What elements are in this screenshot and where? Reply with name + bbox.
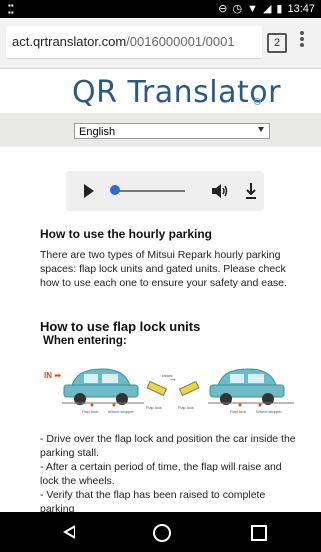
in-arrow-icon: IN ➡ [44,371,61,380]
url-bar[interactable]: act.qrtranslator.com/0016000001/0001 [6,26,262,58]
step-1: - Drive over the flap lock and position … [40,433,296,459]
recent-apps-icon[interactable] [251,525,267,541]
hourly-parking-text: There are two types of Mitsui Repark hou… [40,249,287,289]
seek-track[interactable] [113,190,185,192]
flap-lock-diagram: IN ➡ → raises Flap lock Wheel stopper Fl… [44,355,300,415]
browser-toolbar: act.qrtranslator.com/0016000001/0001 2 [0,18,321,69]
diagram-illustration: → raises Flap lock Wheel stopper Flap lo… [62,368,294,414]
phone-screen: ▪▪ ▪▪ ⊖ ◷ ▼ ◢ ▮ 13:47 act.qrtranslator.co… [0,0,321,552]
play-icon[interactable] [84,184,94,198]
navigation-bar [0,512,321,552]
language-selected: English [79,126,116,138]
clock: 13:47 [287,2,315,15]
url-path: /0016000001/0001 [126,34,235,49]
diagram-flap-lock-label-4: Flap lock [230,409,246,414]
volume-icon[interactable] [211,183,229,199]
diagram-flap-lock-label-3: Flap lock [178,405,194,410]
language-select[interactable]: English [74,123,270,139]
notification-icon: ▪▪ ▪▪ [8,1,14,17]
url-domain: act.qrtranslator.com [12,34,127,49]
minus-circle-icon: ⊖ [218,3,228,15]
battery-icon: ▮ [276,3,283,15]
registered-mark-icon [254,98,261,105]
diagram-wheel-stopper-label-1: Wheel stopper [108,409,134,414]
seek-handle[interactable] [110,185,120,195]
in-label: IN [44,371,52,380]
hourly-parking-title: How to use the hourly parking [40,227,213,241]
status-bar: ▪▪ ▪▪ ⊖ ◷ ▼ ◢ ▮ 13:47 [0,0,321,18]
site-header: QR Translator [0,69,321,113]
diagram-flap-lock-label-2: Flap lock [146,405,162,410]
audio-player [66,171,264,211]
menu-icon[interactable] [299,29,305,51]
entering-title: When entering: [43,335,127,347]
download-icon[interactable] [244,181,258,201]
back-icon-inner [67,528,74,536]
main-content: How to use the hourly parking There are … [0,147,321,515]
wifi-icon: ▼ [247,2,258,15]
chevron-down-icon [258,127,264,132]
entering-steps: - Drive over the flap lock and position … [40,432,302,516]
tab-switcher-button[interactable]: 2 [267,33,287,53]
diagram-flap-lock-label-1: Flap lock [82,409,98,414]
logo: QR Translator [72,75,281,110]
diagram-wheel-stopper-label-2: Wheel stopper [256,409,282,414]
status-icons: ⊖ ◷ ▼ ◢ ▮ 13:47 [218,2,315,16]
alarm-icon: ◷ [232,3,243,15]
flap-lock-title: How to use flap lock units [40,319,201,334]
home-icon[interactable] [153,524,171,542]
step-2: - After a certain period of time, the fl… [40,461,282,487]
signal-icon: ◢ [262,3,272,15]
diagram-raises-label: raises [162,373,173,378]
language-bar: English [0,113,321,147]
